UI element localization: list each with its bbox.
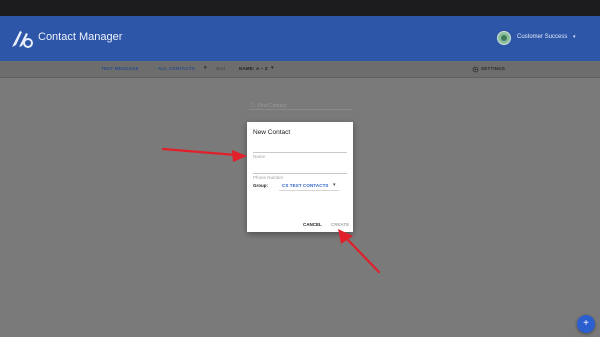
app-header: Contact Manager Customer Success ▾ (0, 16, 600, 61)
cancel-button[interactable]: CANCEL (303, 222, 322, 227)
app-logo-icon (12, 31, 33, 48)
chevron-down-icon[interactable]: ▾ (333, 182, 336, 188)
account-name[interactable]: Customer Success (517, 34, 567, 40)
new-contact-dialog: New Contact Group: CS TEXT CONTACTS ▾ CA… (247, 122, 353, 232)
sort-label: Sort (216, 66, 226, 71)
gear-icon[interactable] (472, 66, 479, 73)
plus-icon: + (583, 318, 589, 329)
group-underline (279, 190, 339, 191)
avatar-icon[interactable] (497, 31, 511, 45)
search-icon (250, 102, 256, 108)
annotation-arrow (161, 147, 247, 162)
sort-select[interactable]: NAME: A – Z (239, 66, 268, 71)
settings-button[interactable]: SETTINGS (481, 66, 505, 71)
chevron-down-icon[interactable]: ▾ (204, 65, 207, 71)
search-placeholder: Find Contact (258, 103, 287, 109)
name-field[interactable] (253, 145, 347, 159)
group-select[interactable]: CS TEXT CONTACTS (282, 183, 329, 188)
group-label: Group: (253, 183, 268, 188)
phone-field[interactable] (253, 166, 347, 180)
name-input[interactable] (253, 154, 347, 159)
browser-top-bar (0, 0, 600, 16)
chevron-down-icon[interactable]: ▾ (573, 34, 576, 40)
filter-select[interactable]: ALL CONTACTS (158, 66, 195, 71)
chevron-down-icon[interactable]: ▾ (271, 65, 274, 71)
add-contact-button[interactable]: + (577, 315, 595, 333)
text-message-button[interactable]: TEXT MESSAGE (101, 66, 139, 71)
annotation-arrow (338, 229, 381, 274)
create-button[interactable]: CREATE (331, 222, 349, 227)
search-input[interactable]: Find Contact (249, 101, 353, 110)
toolbar: TEXT MESSAGE ALL CONTACTS ▾ Sort NAME: A… (0, 61, 600, 78)
phone-input[interactable] (253, 175, 347, 180)
app-title: Contact Manager (38, 31, 123, 43)
dialog-title: New Contact (253, 129, 291, 136)
